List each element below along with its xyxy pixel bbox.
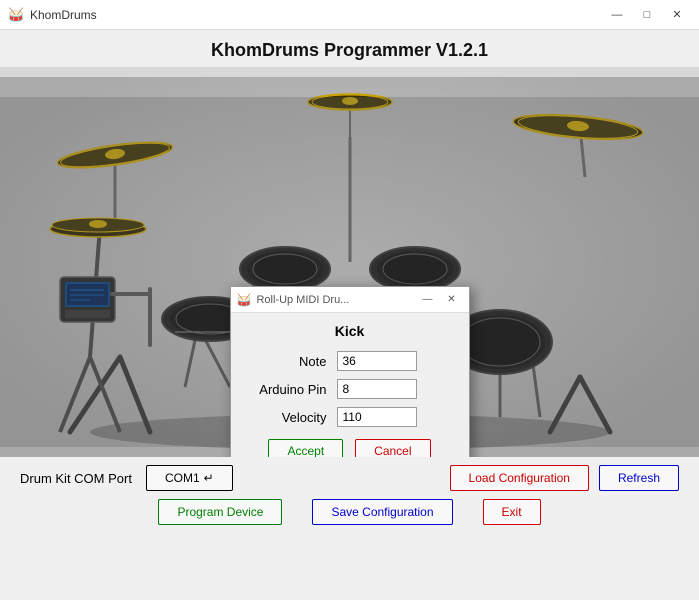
controls-row-1: Drum Kit COM Port COM1 ↵ Load Configurat… [20,465,679,491]
modal-field-note: Note [247,351,453,371]
modal-field-pin: Arduino Pin [247,379,453,399]
save-config-button[interactable]: Save Configuration [312,499,452,525]
bottom-controls: Drum Kit COM Port COM1 ↵ Load Configurat… [0,457,699,533]
modal-close-button[interactable]: ✕ [441,291,463,309]
modal-note-label: Note [247,354,337,369]
load-config-button[interactable]: Load Configuration [450,465,589,491]
modal-pin-input[interactable] [337,379,417,399]
modal-pin-label: Arduino Pin [247,382,337,397]
maximize-button[interactable]: □ [633,4,661,26]
com-port-label: Drum Kit COM Port [20,471,132,486]
modal-body: Kick Note Arduino Pin Velocity Accept Ca… [231,313,469,457]
title-bar: 🥁 KhomDrums — □ ✕ [0,0,699,30]
modal-note-input[interactable] [337,351,417,371]
modal-titlebar-controls: — ✕ [417,291,463,309]
modal-actions: Accept Cancel [247,439,453,457]
modal-minimize-button[interactable]: — [417,291,439,309]
modal-title-icon: 🥁 [237,293,252,307]
app-header: KhomDrums Programmer V1.2.1 [0,30,699,67]
program-device-button[interactable]: Program Device [158,499,282,525]
com-port-select[interactable]: COM1 ↵ [146,465,233,491]
modal-dialog: 🥁 Roll-Up MIDI Dru... — ✕ Kick Note Ardu… [230,286,470,457]
refresh-button[interactable]: Refresh [599,465,679,491]
modal-heading: Kick [247,323,453,339]
com-port-value: COM1 [165,471,200,485]
modal-velocity-input[interactable] [337,407,417,427]
modal-overlay: 🥁 Roll-Up MIDI Dru... — ✕ Kick Note Ardu… [0,97,699,457]
modal-titlebar-left: 🥁 Roll-Up MIDI Dru... [237,293,350,307]
modal-velocity-label: Velocity [247,410,337,425]
modal-title-text: Roll-Up MIDI Dru... [256,294,349,306]
close-button[interactable]: ✕ [663,4,691,26]
title-bar-title: KhomDrums [30,8,97,22]
controls-row-2: Program Device Save Configuration Exit [20,499,679,525]
com-port-arrow: ↵ [204,471,214,485]
exit-button[interactable]: Exit [483,499,541,525]
modal-titlebar: 🥁 Roll-Up MIDI Dru... — ✕ [231,287,469,313]
drum-kit-area: 🥁 Roll-Up MIDI Dru... — ✕ Kick Note Ardu… [0,67,699,457]
modal-field-velocity: Velocity [247,407,453,427]
modal-accept-button[interactable]: Accept [268,439,343,457]
title-bar-controls: — □ ✕ [603,4,691,26]
modal-cancel-button[interactable]: Cancel [355,439,430,457]
title-bar-left: 🥁 KhomDrums [8,7,97,23]
app-icon: 🥁 [8,7,24,23]
minimize-button[interactable]: — [603,4,631,26]
